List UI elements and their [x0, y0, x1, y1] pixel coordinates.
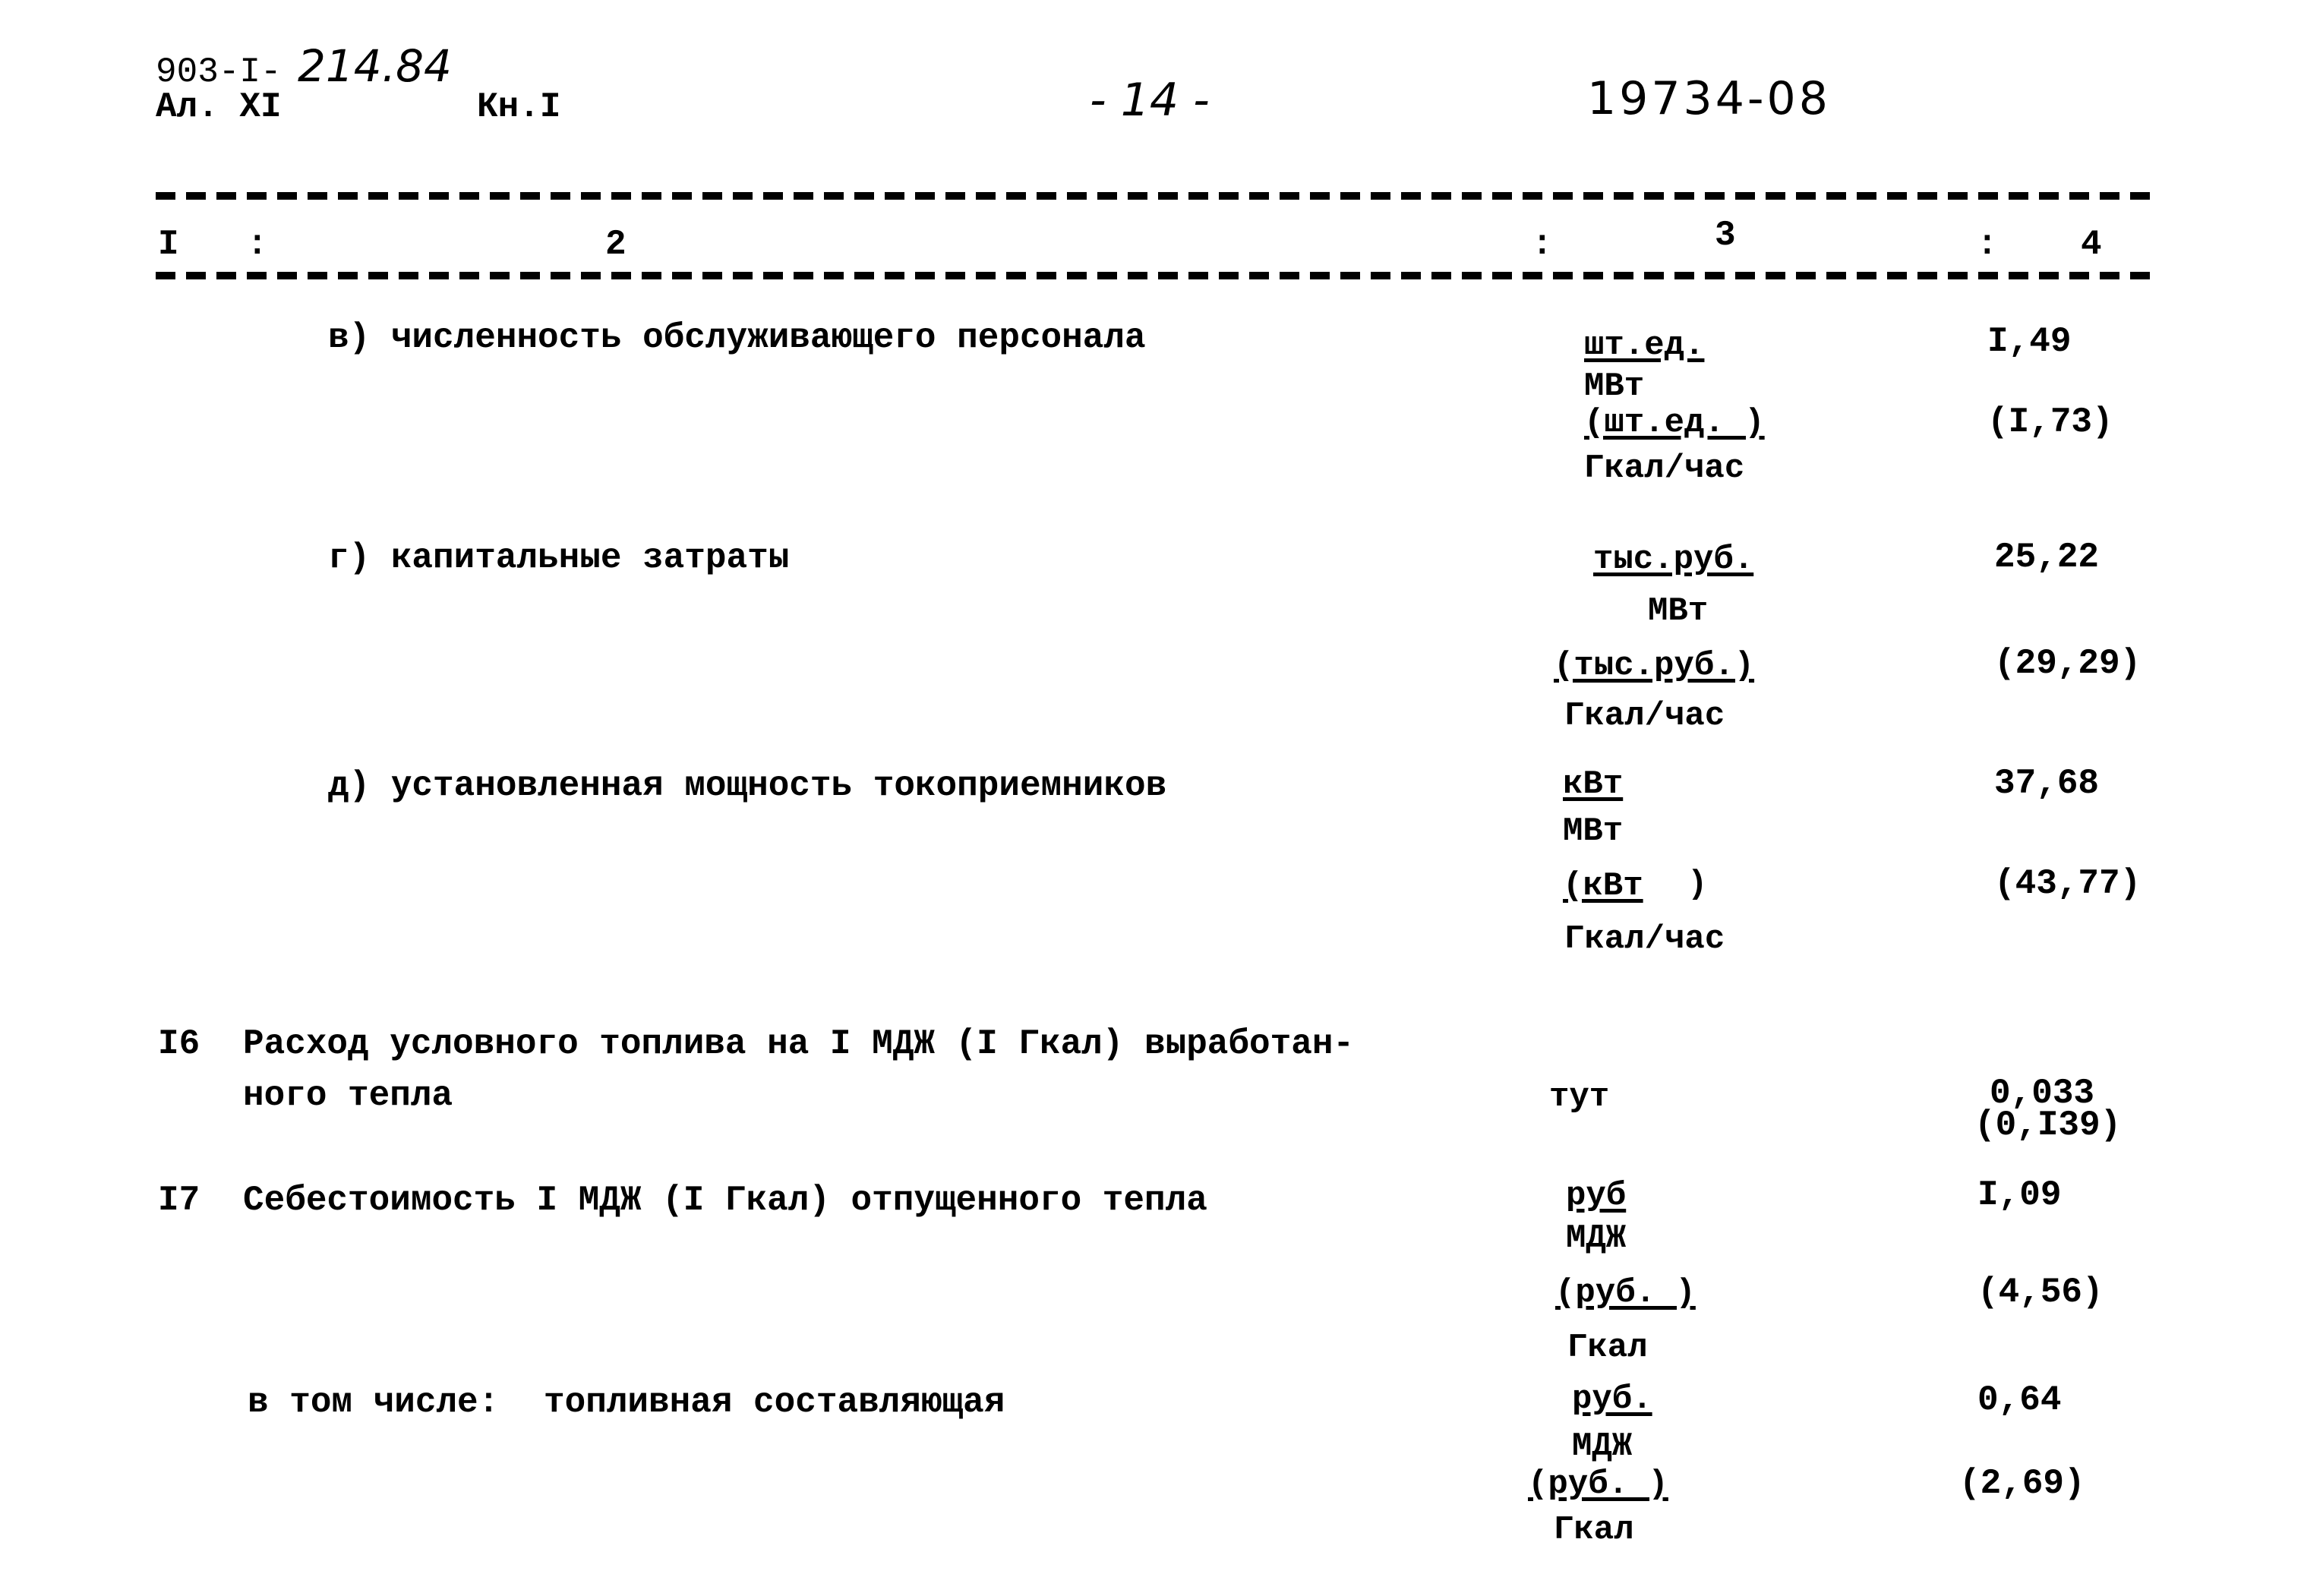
column-header-2: 2 [605, 225, 627, 264]
column-header-1: I [158, 225, 179, 264]
value: I,49 [1987, 322, 2072, 361]
unit-denominator-alt: Гкал/час [1564, 697, 1725, 735]
column-separator: : [1977, 225, 1998, 264]
row-label: г) капитальные затраты [328, 538, 790, 578]
table-top-rule [156, 192, 2160, 200]
value-alt: (43,77) [1994, 864, 2142, 904]
unit-numerator-alt: (руб. ) [1528, 1465, 1668, 1503]
value-alt: (I,73) [1987, 402, 2113, 442]
unit-denominator: МДЖ [1566, 1219, 1627, 1257]
value: 0,64 [1977, 1380, 2062, 1420]
unit-numerator: кВт [1563, 765, 1624, 803]
column-header-3: 3 [1715, 216, 1736, 255]
unit-denominator-alt: Гкал [1567, 1329, 1648, 1367]
unit-denominator-alt: Гкал/час [1564, 920, 1725, 958]
row-label-line1: Расход условного топлива на I МДЖ (I Гка… [243, 1024, 1355, 1064]
unit-numerator-alt: (кВт [1563, 867, 1643, 905]
unit-denominator-alt: Гкал [1554, 1511, 1634, 1549]
archive-number: 19734-08 [1587, 72, 1831, 125]
row-label-line2: ного тепла [243, 1076, 453, 1115]
row-label: д) установленная мощность токоприемников [328, 766, 1167, 806]
unit-numerator-alt-close: ) [1687, 866, 1708, 904]
column-separator: : [247, 225, 268, 264]
row-number: I6 [158, 1024, 200, 1064]
value-alt: (2,69) [1959, 1464, 2085, 1503]
value: 37,68 [1994, 764, 2100, 803]
row-label: в) численность обслуживающего персонала [328, 318, 1146, 358]
row-label-prefix: в том числе: [248, 1383, 500, 1422]
value-alt: (4,56) [1977, 1273, 2104, 1312]
unit-numerator: руб [1566, 1177, 1627, 1215]
row-number: I7 [158, 1181, 200, 1220]
page-number: - 14 - [1090, 74, 1210, 127]
unit-denominator-alt: Гкал/час [1584, 449, 1745, 487]
unit-numerator: тыс.руб. [1593, 541, 1754, 579]
table-header-bottom-rule [156, 272, 2160, 279]
value: 25,22 [1994, 538, 2100, 577]
unit-numerator-alt: (тыс.руб.) [1554, 647, 1755, 685]
unit-denominator: МВт [1563, 812, 1624, 850]
unit-numerator: руб. [1572, 1380, 1652, 1418]
unit-numerator: шт.ед. [1584, 326, 1705, 364]
unit-denominator: МДЖ [1572, 1427, 1633, 1465]
unit-numerator-alt: (руб. ) [1555, 1274, 1696, 1312]
doc-code-handwritten: 214.84 [298, 40, 452, 92]
book-label: Кн.I [477, 87, 561, 127]
value-alt: (29,29) [1994, 644, 2142, 683]
column-separator: : [1532, 225, 1553, 264]
value: I,09 [1977, 1175, 2062, 1215]
doc-code-prefix: 903-I- [156, 52, 282, 92]
unit-denominator: МВт [1584, 367, 1645, 405]
unit-numerator-alt: (шт.ед. ) [1584, 404, 1765, 442]
row-label: топливная составляющая [544, 1383, 1005, 1422]
unit-denominator: МВт [1648, 592, 1709, 630]
unit: тут [1549, 1078, 1610, 1116]
value-alt: (0,I39) [1974, 1106, 2122, 1145]
album-label: Ал. XI [156, 87, 282, 127]
row-label: Себестоимость I МДЖ (I Гкал) отпущенного… [243, 1181, 1207, 1220]
column-header-4: 4 [2081, 225, 2102, 264]
